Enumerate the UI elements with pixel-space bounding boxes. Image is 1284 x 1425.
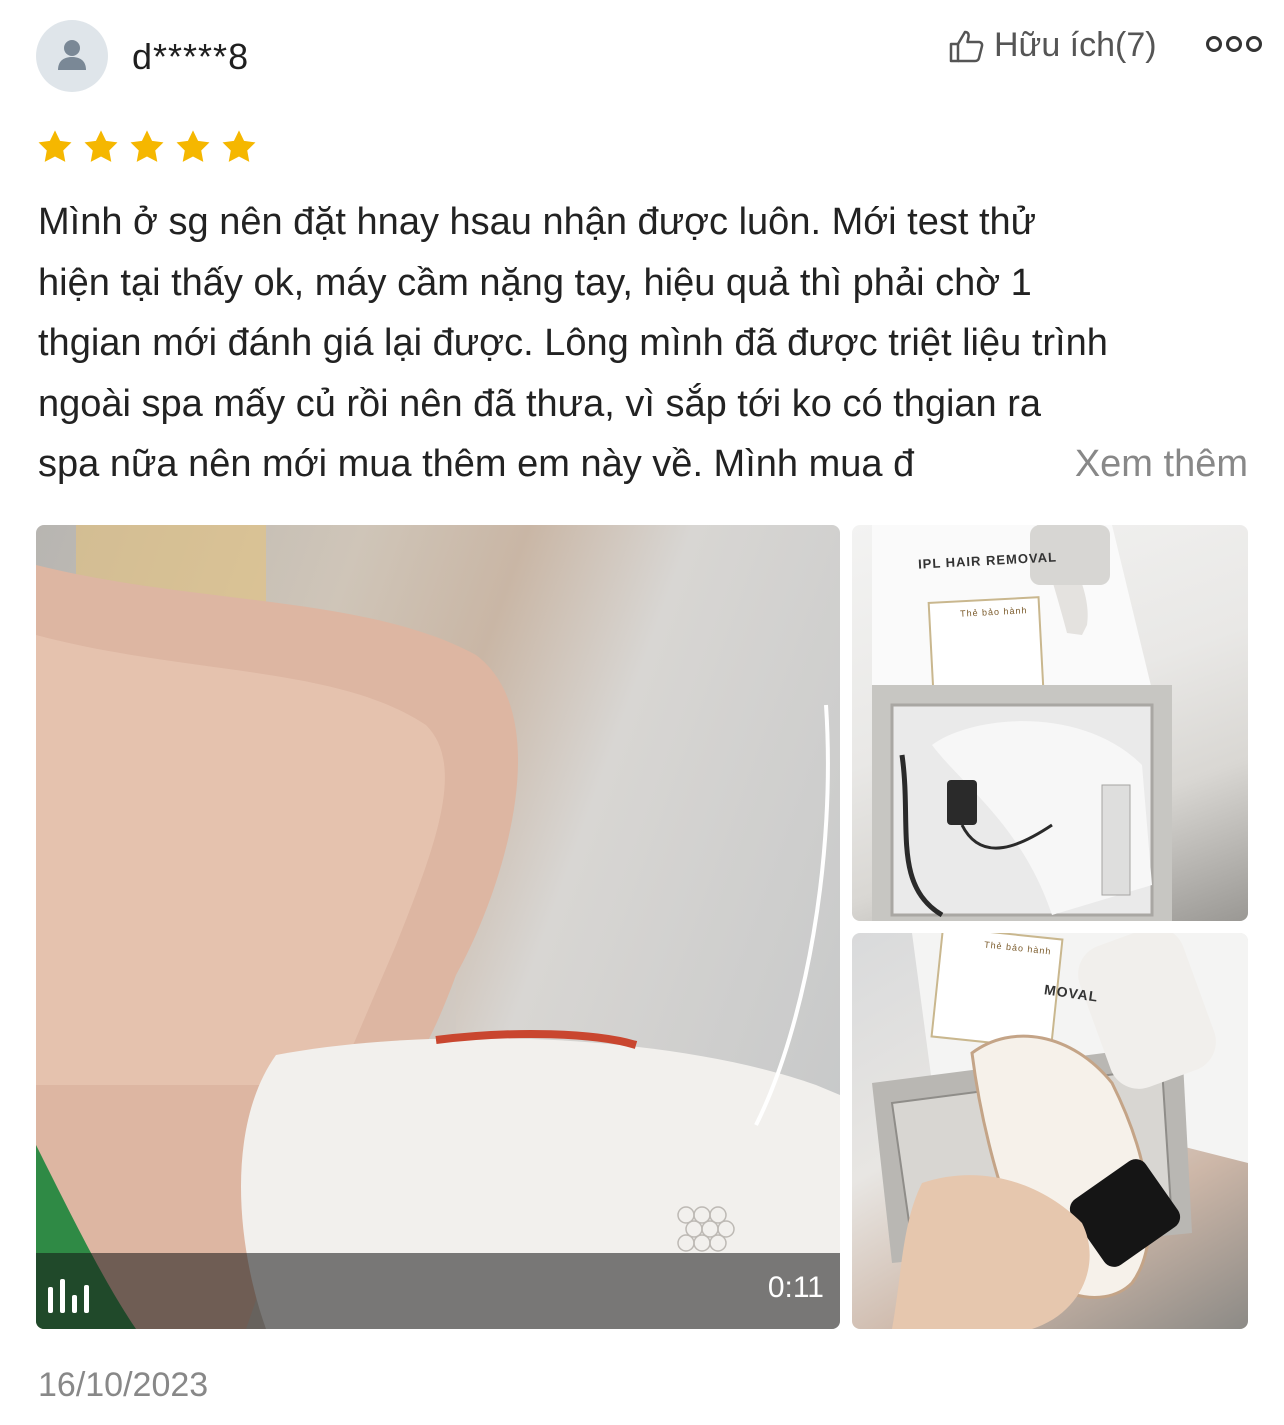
helpful-label: Hữu ích(7) xyxy=(994,26,1157,64)
helpful-button[interactable]: Hữu ích(7) xyxy=(948,26,1157,65)
video-controls: 0:11 xyxy=(36,1253,840,1329)
review-photo[interactable]: MOVAL Thẻ bảo hành xyxy=(852,933,1248,1329)
more-options-icon[interactable] xyxy=(1206,36,1262,52)
product-box-image xyxy=(872,525,1172,921)
star-icon xyxy=(176,130,210,162)
thumbs-up-icon xyxy=(949,30,984,62)
star-icon xyxy=(38,130,72,162)
see-more-link[interactable]: Xem thêm xyxy=(1028,434,1248,495)
dot xyxy=(1246,36,1262,52)
review-line: Mình ở sg nên đặt hnay hsau nhận được lu… xyxy=(38,201,1037,243)
avatar[interactable] xyxy=(36,20,108,92)
review-text: Mình ở sg nên đặt hnay hsau nhận được lu… xyxy=(38,192,1248,495)
star-icon xyxy=(130,130,164,162)
video-duration: 0:11 xyxy=(767,1271,824,1304)
review-line: hiện tại thấy ok, máy cầm nặng tay, hiệu… xyxy=(38,261,1032,304)
review-line: ngoài spa mấy củ rồi nên đã thưa, vì sắp… xyxy=(38,382,1042,425)
dot xyxy=(1226,36,1242,52)
review-date: 16/10/2023 xyxy=(38,1366,209,1404)
reviewer-name: d*****8 xyxy=(132,36,250,77)
star-icon xyxy=(84,130,118,162)
star-rating xyxy=(36,128,258,166)
review-video[interactable]: 0:11 xyxy=(36,525,840,1329)
audio-bars-icon xyxy=(48,1279,89,1313)
review-photo[interactable]: IPL HAIR REMOVAL Thẻ bảo hành xyxy=(852,525,1248,921)
dot xyxy=(1206,36,1222,52)
star-icon xyxy=(222,130,256,162)
video-scene xyxy=(36,525,840,1329)
user-icon xyxy=(58,40,86,70)
review-line: thgian mới đánh giá lại được. Lông mình … xyxy=(38,322,1108,364)
